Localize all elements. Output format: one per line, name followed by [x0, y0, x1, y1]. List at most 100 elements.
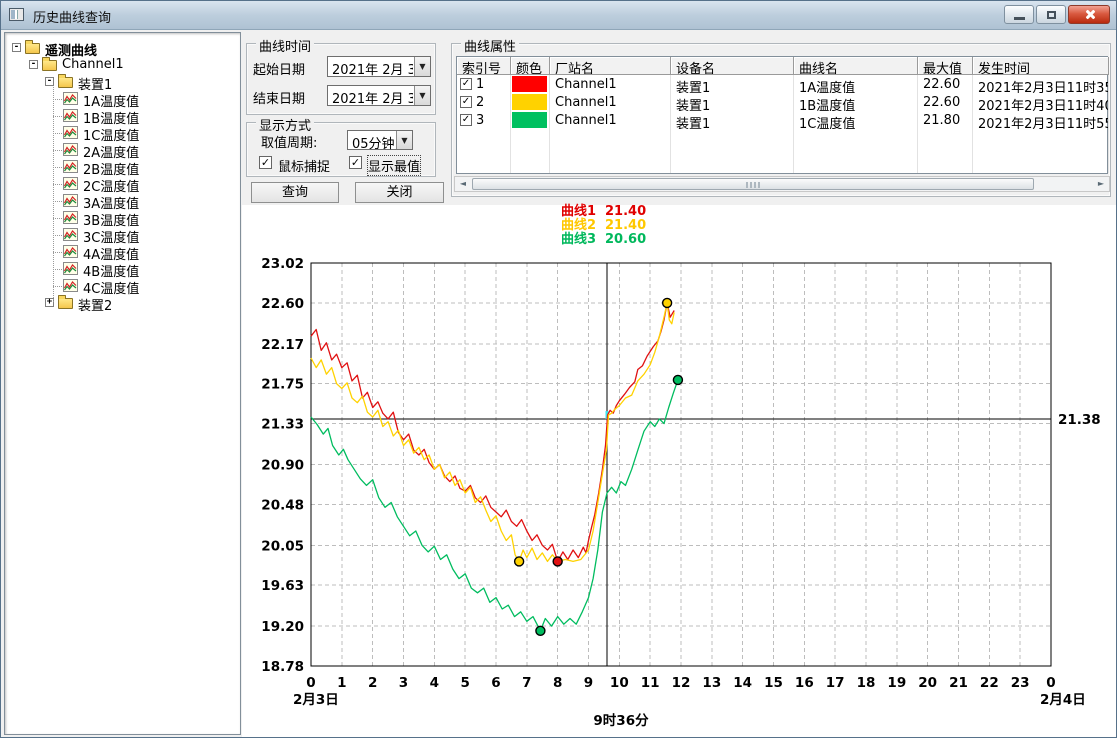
close-button[interactable] [1068, 5, 1110, 24]
tree-node-curve-item[interactable]: 1A温度值 [5, 90, 240, 107]
tree-node-curve-item[interactable]: 4C温度值 [5, 277, 240, 294]
table-cell[interactable]: ✓1 [457, 75, 511, 93]
titlebar[interactable]: 历史曲线查询 [1, 1, 1116, 30]
start-date-dropdown-icon[interactable]: ▼ [414, 57, 430, 76]
folder-icon [25, 43, 40, 54]
y-tick-label: 22.60 [261, 296, 304, 312]
tree-node-curve-item[interactable]: 3B温度值 [5, 209, 240, 226]
x-tick-label: 0 [1046, 675, 1055, 691]
table-cell: 装置1 [671, 111, 794, 129]
row-checkbox[interactable]: ✓ [460, 78, 472, 90]
color-swatch [512, 94, 547, 110]
tree-node-curve-item[interactable]: 4B温度值 [5, 260, 240, 277]
table-header-1[interactable]: 颜色 [511, 57, 550, 75]
table-cell [511, 111, 550, 129]
table-filler-cell [550, 129, 671, 173]
tree-node-curve-item[interactable]: 2A温度值 [5, 141, 240, 158]
tree-node-curve-item[interactable]: 2B温度值 [5, 158, 240, 175]
table-header-4[interactable]: 曲线名 [794, 57, 918, 75]
tree-connector [53, 201, 62, 202]
y-tick-label: 20.48 [261, 497, 304, 513]
table-cell: 21.80 [918, 111, 973, 129]
table-cell: 1B温度值 [794, 93, 918, 111]
row-checkbox[interactable]: ✓ [460, 96, 472, 108]
crosshair-value-label: 21.38 [1058, 412, 1101, 428]
crosshair-time-label: 9时36分 [593, 712, 649, 729]
curve-time-group-title: 曲线时间 [256, 36, 314, 55]
legend-curve-name: 曲线3 [561, 228, 605, 247]
y-tick-label: 21.33 [261, 417, 304, 433]
restore-button[interactable] [1036, 5, 1066, 24]
color-swatch [512, 112, 547, 128]
display-mode-group: 显示方式 取值周期: 05分钟 ▼ ✓ 鼠标捕捉 ✓ 显示最值 [246, 122, 436, 177]
mouse-capture-checkbox[interactable]: ✓ [259, 156, 272, 169]
x-tick-label: 10 [610, 675, 629, 691]
table-filler-cell [794, 129, 918, 173]
table-cell: 2021年2月3日11时35 [973, 75, 1109, 93]
tree-node-curve-item[interactable]: 4A温度值 [5, 243, 240, 260]
table-cell: 装置1 [671, 75, 794, 93]
tree-node-curve-item[interactable]: 1C温度值 [5, 124, 240, 141]
tree-node-curve-item[interactable]: 3C温度值 [5, 226, 240, 243]
tree-node-telemetry-root[interactable]: -遥测曲线 [5, 39, 240, 56]
collapse-icon[interactable]: - [29, 60, 38, 69]
x-tick-label: 23 [1011, 675, 1030, 691]
history-curve-chart[interactable]: 23.0222.6022.1721.7521.3320.9020.4820.05… [256, 247, 1116, 737]
collapse-icon[interactable]: - [12, 43, 21, 52]
tree-connector [53, 99, 62, 100]
x-tick-label: 22 [980, 675, 999, 691]
curve-attr-table: 索引号颜色厂站名设备名曲线名最大值发生时间✓1Channel1装置11A温度值2… [456, 56, 1108, 174]
table-header-0[interactable]: 索引号 [457, 57, 511, 75]
table-header-2[interactable]: 厂站名 [550, 57, 671, 75]
close-dialog-button[interactable]: 关闭 [355, 182, 444, 203]
tree-node-device1[interactable]: -装置1 [5, 73, 240, 90]
tree-node-curve-item[interactable]: 1B温度值 [5, 107, 240, 124]
app-window: 历史曲线查询 -遥测曲线-Channel1-装置1 1A温度值 1B温度值 1C… [0, 0, 1117, 738]
tree-node-curve-item[interactable]: 2C温度值 [5, 175, 240, 192]
plot-border [311, 263, 1051, 666]
scroll-left-icon[interactable]: ◄ [455, 177, 471, 191]
tree-node-device2[interactable]: +装置2 [5, 294, 240, 311]
curve-time-group: 曲线时间 起始日期 2021年 2月 3 ▼ 结束日期 2021年 2月 3 ▼ [246, 43, 436, 115]
table-filler-cell [918, 129, 973, 173]
chart-legend: 曲线121.40曲线221.40曲线320.60 [561, 200, 646, 242]
end-date-dropdown-icon[interactable]: ▼ [414, 86, 430, 105]
table-header-3[interactable]: 设备名 [671, 57, 794, 75]
scrollbar-thumb[interactable] [472, 178, 1034, 190]
collapse-icon[interactable]: - [45, 77, 54, 86]
tree-node-curve-item[interactable]: 3A温度值 [5, 192, 240, 209]
x-tick-label: 19 [887, 675, 906, 691]
show-extreme-label: 显示最值 [368, 156, 420, 175]
show-extreme-checkbox[interactable]: ✓ [349, 156, 362, 169]
start-date-select[interactable]: 2021年 2月 3 ▼ [327, 56, 431, 77]
attr-table-hscrollbar[interactable]: ◄ ► [454, 176, 1110, 192]
tree-connector [53, 167, 62, 168]
query-button[interactable]: 查询 [251, 182, 339, 203]
start-date-value: 2021年 2月 3 [332, 59, 413, 78]
tree-connector [53, 218, 62, 219]
restore-icon [1047, 11, 1056, 19]
x-tick-label: 1 [337, 675, 346, 691]
table-cell[interactable]: ✓3 [457, 111, 511, 129]
row-checkbox[interactable]: ✓ [460, 114, 472, 126]
row-index: 3 [476, 113, 484, 128]
y-tick-label: 23.02 [261, 256, 304, 272]
extreme-marker [553, 557, 562, 566]
end-date-label: 结束日期 [253, 88, 305, 107]
tree-node-channel1[interactable]: -Channel1 [5, 56, 240, 73]
table-header-6[interactable]: 发生时间 [973, 57, 1109, 75]
x-tick-label: 20 [918, 675, 937, 691]
period-dropdown-icon[interactable]: ▼ [396, 131, 412, 149]
x-tick-label: 9 [584, 675, 593, 691]
table-cell[interactable]: ✓2 [457, 93, 511, 111]
period-select[interactable]: 05分钟 ▼ [347, 130, 413, 150]
tree-node-label: 装置2 [78, 295, 112, 314]
folder-icon [42, 60, 57, 71]
minimize-button[interactable] [1004, 5, 1034, 24]
scroll-right-icon[interactable]: ► [1093, 177, 1109, 191]
end-date-select[interactable]: 2021年 2月 3 ▼ [327, 85, 431, 106]
table-header-5[interactable]: 最大值 [918, 57, 973, 75]
y-tick-label: 20.90 [261, 458, 304, 474]
y-tick-label: 20.05 [261, 538, 304, 554]
end-date-value: 2021年 2月 3 [332, 88, 413, 107]
